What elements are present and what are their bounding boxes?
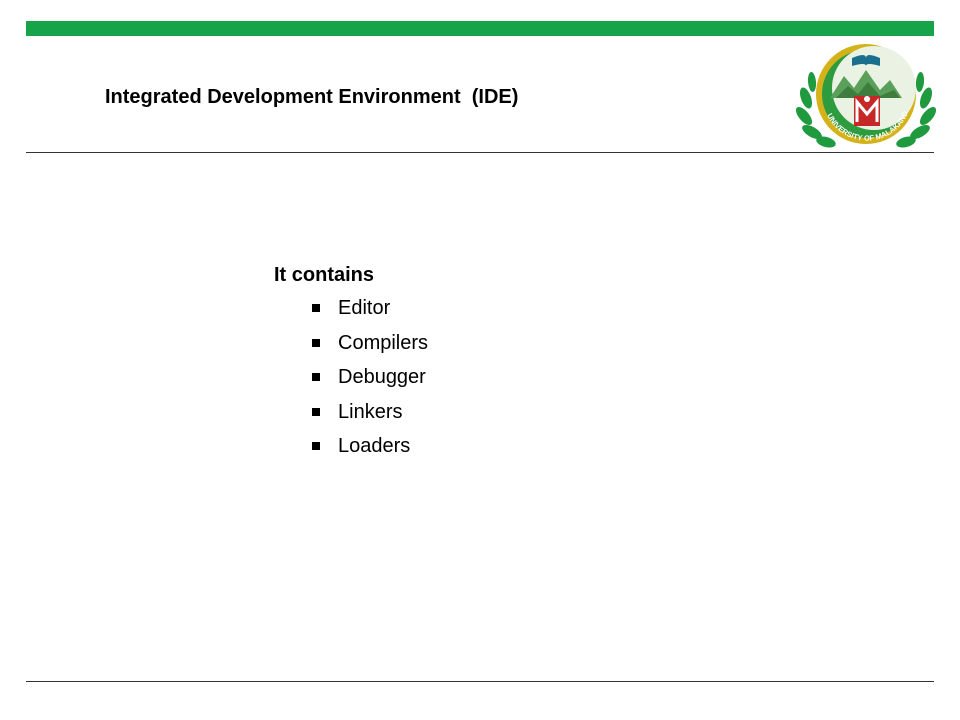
list-item-label: Linkers <box>338 400 403 423</box>
list-item-label: Debugger <box>338 366 426 389</box>
header-divider <box>26 152 934 153</box>
top-accent-bar <box>26 21 934 36</box>
square-bullet-icon <box>312 373 320 382</box>
list-item: Debugger <box>274 366 428 401</box>
intro-text: It contains <box>274 264 375 286</box>
slide-body: It contains Editor Compilers Debugger Li… <box>274 262 428 470</box>
component-list: Editor Compilers Debugger Linkers Loader… <box>274 297 428 470</box>
square-bullet-icon <box>312 407 320 416</box>
list-item: Loaders <box>274 435 428 470</box>
square-bullet-icon <box>312 304 320 312</box>
list-item-label: Compilers <box>338 331 429 354</box>
list-item: Linkers <box>274 401 428 436</box>
square-bullet-icon <box>312 442 320 451</box>
list-item: Compilers <box>274 332 428 367</box>
list-item: Editor <box>274 297 428 332</box>
footer-divider <box>26 681 934 682</box>
slide-title: Integrated Development Environment (IDE) <box>105 86 519 108</box>
university-seal-icon: UNIVERSITY OF MALAKAND <box>795 44 937 148</box>
list-item-label: Editor <box>338 297 391 319</box>
square-bullet-icon <box>312 338 320 347</box>
list-item-label: Loaders <box>338 435 411 458</box>
university-logo: UNIVERSITY OF MALAKAND <box>795 36 937 152</box>
